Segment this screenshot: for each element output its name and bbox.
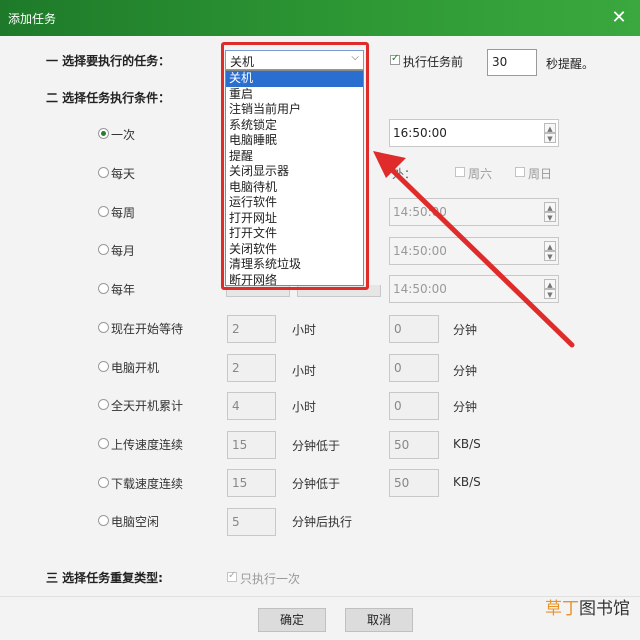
annotation-arrow: [373, 151, 575, 348]
watermark-accent: 草丁: [545, 599, 579, 619]
watermark: 草丁图书馆: [545, 594, 630, 619]
watermark-rest: 图书馆: [579, 599, 630, 619]
